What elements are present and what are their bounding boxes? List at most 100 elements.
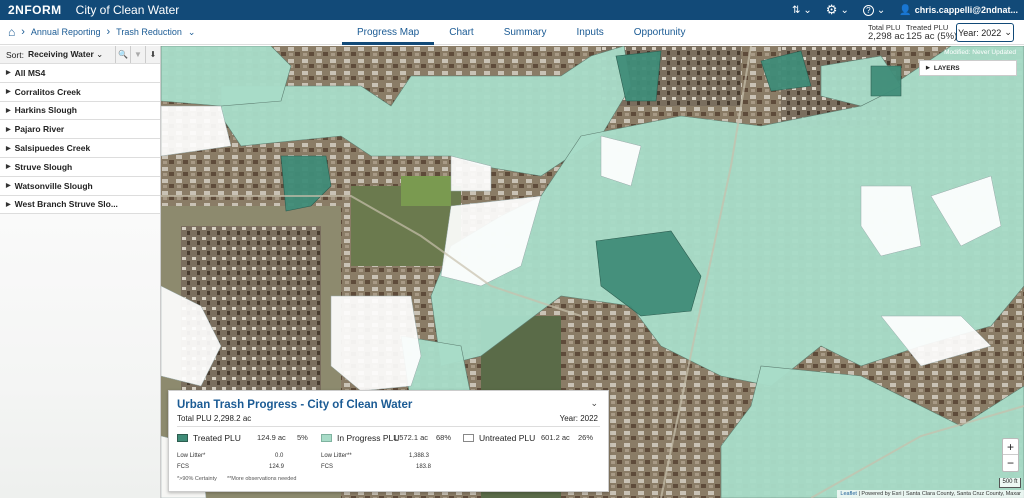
map-attribution: Leaflet | Powered by Esri | Santa Clara … [837,490,1024,498]
tab-progress-map[interactable]: Progress Map [342,20,435,45]
caret-right-icon: ▶ [6,183,11,190]
app-logo[interactable]: 2NFORM [8,3,62,17]
caret-right-icon: ▶ [6,89,11,96]
treated-fcs-label: FCS [177,464,189,470]
main-tabs: Progress Map Chart Summary Inputs Opport… [342,20,700,45]
sidebar: Sort: Receiving Water ⌄ 🔍 ▼ ⬇ ▶ All MS4 ▶… [0,46,161,498]
breadcrumb: ⌂ › Annual Reporting › Trash Reduction ⌄ [8,25,195,39]
year-select-label: Year: 2022 [958,27,1002,38]
user-menu[interactable]: 👤 chris.cappelli@2ndnat... [899,5,1018,16]
sort-arrows-icon: ⇅ [792,4,801,16]
sidebar-background [0,214,160,498]
layers-label: LAYERS [933,64,960,72]
list-item[interactable]: ▶ Harkins Slough [0,102,160,121]
sort-label: Sort: [6,49,24,60]
caret-right-icon: ▶ [6,145,11,152]
list-item[interactable]: ▶ Struve Slough [0,158,160,177]
chevron-down-icon: ⌄ [96,49,104,59]
in-progress-pct: 68% [436,433,452,442]
list-item[interactable]: ▶ All MS4 [0,64,160,83]
zoom-control: + − [1002,438,1019,472]
footnote-observations: **More observations needed [227,476,297,482]
caret-right-icon: ▶ [6,70,11,77]
filter-icon[interactable]: ▼ [130,46,145,63]
gear-icon: ⚙ [825,2,838,17]
chevron-down-icon: ⌄ [803,4,812,16]
list-item-label: Salsipuedes Creek [14,143,91,154]
total-plu-value: 2,298 ac [868,31,905,42]
sort-menu[interactable]: ⇅ ⌄ [792,5,812,16]
sort-select[interactable]: Receiving Water ⌄ [28,49,103,60]
chevron-down-icon: ⌄ [840,4,849,16]
list-item[interactable]: ▶ Salsipuedes Creek [0,139,160,158]
help-menu[interactable]: ? ⌄ [862,4,886,16]
in-progress-label: In Progress PLU [337,433,400,443]
untreated-legend: Untreated PLU [463,433,535,443]
list-item[interactable]: ▶ Pajaro River [0,120,160,140]
chevron-down-icon: ⌄ [876,4,886,16]
chevron-down-icon[interactable]: ⌄ [188,27,196,38]
download-icon[interactable]: ⬇ [145,46,160,63]
card-year: Year: 2022 [559,414,598,423]
footnote-certainty: *>90% Certainty [177,476,217,482]
total-plu-stat: Total PLU 2,298 ac [868,23,904,41]
treated-ac: 124.9 ac [257,433,286,442]
help-icon: ? [862,4,874,16]
untreated-ac: 601.2 ac [541,433,570,442]
in-progress-fcs-label: FCS [321,464,333,470]
breadcrumb-annual-reporting[interactable]: Annual Reporting [31,27,101,37]
tab-chart[interactable]: Chart [434,20,488,45]
list-item[interactable]: ▶ Watsonville Slough [0,177,160,196]
search-icon[interactable]: 🔍 [115,46,130,63]
divider [177,426,600,427]
treated-low-litter-label: Low Litter* [177,453,206,459]
list-item-label: West Branch Struve Slo... [14,199,118,210]
treated-label: Treated PLU [193,433,241,443]
sub-bar: ⌂ › Annual Reporting › Trash Reduction ⌄… [0,20,1024,45]
list-item-label: Corralitos Creek [14,86,81,97]
treated-legend: Treated PLU [177,433,241,443]
settings-menu[interactable]: ⚙ ⌄ [826,2,849,18]
list-item-label: Pajaro River [14,124,65,135]
list-item-label: Struve Slough [14,161,73,172]
scale-bar: 500 ft [999,478,1021,488]
user-icon: 👤 [899,4,912,16]
list-item-label: Harkins Slough [14,105,77,116]
list-item[interactable]: ▶ Corralitos Creek [0,83,160,102]
chevron-right-icon: › [106,26,111,38]
zoom-out-button[interactable]: − [1003,455,1018,471]
caret-right-icon: ▶ [6,126,11,133]
untreated-label: Untreated PLU [479,433,536,443]
in-progress-fcs-value: 183.8 [416,464,432,470]
attribution-text: | Powered by Esri | Santa Clara County, … [858,491,1021,497]
list-item[interactable]: ▶ West Branch Struve Slo... [0,196,160,215]
tab-summary[interactable]: Summary [489,20,562,45]
leaflet-link[interactable]: Leaflet [840,491,857,497]
breadcrumb-trash-reduction[interactable]: Trash Reduction [116,27,182,37]
treated-plu-value: 125 ac (5%) [906,31,958,42]
layers-control[interactable]: ▶ LAYERS [919,60,1017,76]
user-email: chris.cappelli@2ndnat... [914,5,1018,15]
modified-note: Modified: Never Updated [944,49,1016,56]
caret-right-icon: ▶ [6,107,11,114]
sort-bar: Sort: Receiving Water ⌄ 🔍 ▼ ⬇ [0,46,160,64]
tab-opportunity[interactable]: Opportunity [619,20,701,45]
list-item-label: All MS4 [14,67,46,78]
zoom-in-button[interactable]: + [1003,439,1018,455]
in-progress-ac: 1,572.1 ac [393,433,429,442]
treated-plu-stat: Treated PLU 125 ac (5%) [906,23,957,41]
tab-inputs[interactable]: Inputs [562,20,619,45]
in-progress-low-litter-value: 1,388.3 [409,453,430,459]
sort-value: Receiving Water [27,49,94,59]
treated-swatch [177,434,188,442]
list-item-label: Watsonville Slough [14,180,93,191]
chevron-down-icon[interactable]: ⌄ [590,398,598,409]
caret-right-icon: ▶ [6,164,11,171]
chevron-down-icon: ⌄ [1004,27,1012,37]
top-bar: 2NFORM City of Clean Water ⇅ ⌄ ⚙ ⌄ ? ⌄ 👤 chr… [0,0,1024,20]
in-progress-legend: In Progress PLU [321,433,399,443]
year-select[interactable]: Year: 2022 ⌄ [956,23,1014,42]
caret-right-icon: ▶ [926,65,930,71]
home-icon[interactable]: ⌂ [8,25,15,39]
urban-trash-progress-card: Urban Trash Progress - City of Clean Wat… [168,390,609,492]
